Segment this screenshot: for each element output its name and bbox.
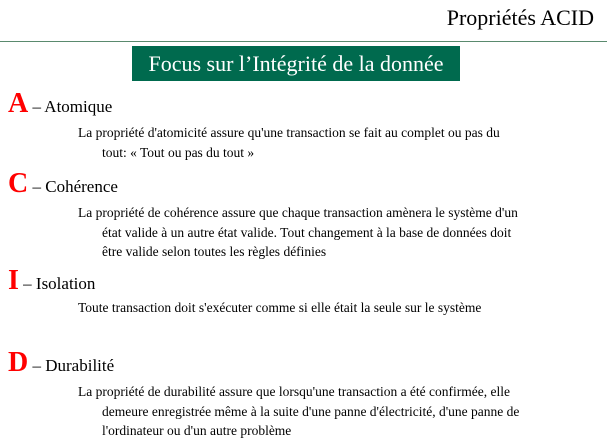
section-heading: A – Atomique — [8, 90, 112, 121]
focus-banner: Focus sur l’Intégrité de la donnée — [132, 46, 460, 81]
section-heading: I – Isolation — [8, 267, 95, 298]
body-line: l'ordinateur ou d'un autre problème — [102, 423, 292, 438]
section-atomique: A – Atomique La propriété d'atomicité as… — [8, 90, 500, 160]
section-body: Toute transaction doit s'exécuter comme … — [78, 298, 481, 318]
body-line: tout: « Tout ou pas du tout » — [102, 144, 255, 160]
section-body: La propriété de durabilité assure que lo… — [78, 382, 519, 441]
section-heading: C – Cohérence — [8, 170, 118, 201]
acid-letter: I — [8, 265, 19, 296]
section-durabilite: D – Durabilité La propriété de durabilit… — [8, 349, 519, 439]
body-line: La propriété de cohérence assure que cha… — [78, 205, 518, 220]
acid-letter: C — [8, 168, 29, 199]
body-line: La propriété d'atomicité assure qu'une t… — [78, 125, 500, 140]
section-label: – Durabilité — [28, 356, 115, 375]
slide-title: Propriétés ACID — [446, 5, 594, 30]
divider — [0, 41, 607, 42]
section-label: – Atomique — [28, 97, 113, 116]
section-body: La propriété d'atomicité assure qu'une t… — [78, 123, 500, 162]
body-line: La propriété de durabilité assure que lo… — [78, 384, 510, 399]
section-label: – Cohérence — [28, 177, 118, 196]
body-line: être valide selon toutes les règles défi… — [102, 244, 327, 259]
section-heading: D – Durabilité — [8, 349, 114, 380]
section-isolation: I – Isolation Toute transaction doit s'e… — [8, 267, 481, 316]
body-line: Toute transaction doit s'exécuter comme … — [78, 300, 482, 315]
section-coherence: C – Cohérence La propriété de cohérence … — [8, 170, 518, 260]
acid-letter: D — [8, 347, 29, 378]
body-line: état valide à un autre état valide. Tout… — [102, 224, 512, 240]
body-line: demeure enregistrée même à la suite d'un… — [102, 403, 520, 419]
section-body: La propriété de cohérence assure que cha… — [78, 203, 518, 262]
section-label: – Isolation — [18, 274, 96, 293]
acid-letter: A — [8, 88, 29, 119]
